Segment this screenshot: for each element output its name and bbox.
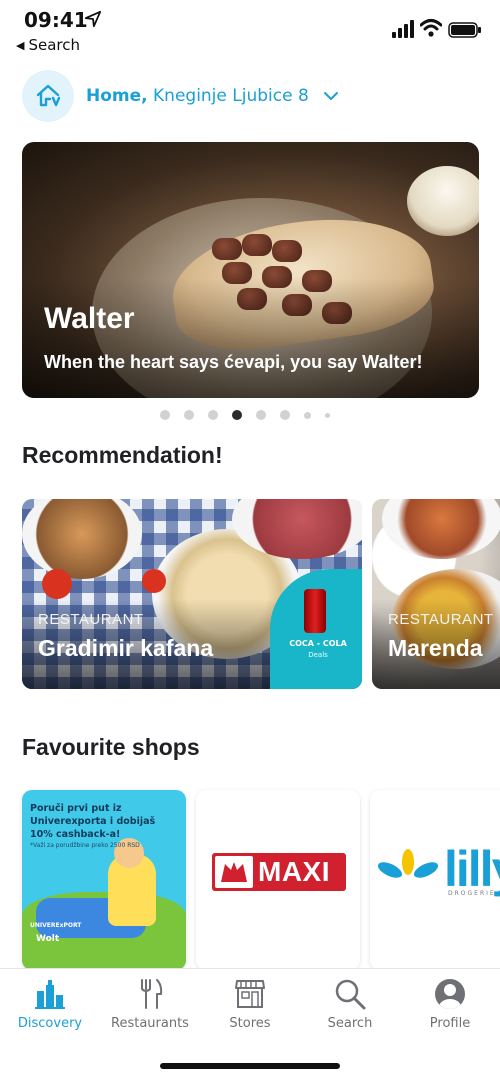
maxi-lion-icon bbox=[215, 856, 253, 888]
card-category: RESTAURANT bbox=[388, 611, 494, 628]
location-arrow-icon bbox=[84, 10, 102, 28]
shop-card-lilly[interactable]: lilly DROGERIE bbox=[370, 790, 500, 970]
shop-card-univerexport[interactable]: Poruči prvi put iz Univerexporta i dobij… bbox=[22, 790, 186, 970]
store-icon bbox=[235, 980, 265, 1008]
chevron-down-icon bbox=[323, 92, 338, 100]
back-triangle-icon: ◀ bbox=[16, 39, 25, 52]
search-icon bbox=[335, 979, 366, 1010]
tab-discovery[interactable]: Discovery bbox=[0, 977, 100, 1037]
status-time: 09:41 bbox=[24, 8, 88, 32]
tab-restaurants[interactable]: Restaurants bbox=[100, 977, 200, 1037]
pagination-dot[interactable] bbox=[304, 411, 311, 419]
home-address-icon bbox=[22, 70, 74, 122]
favourite-shops-title: Favourite shops bbox=[22, 734, 200, 760]
wifi-icon bbox=[420, 19, 442, 37]
back-label: Search bbox=[28, 36, 81, 54]
shop-card-maxi[interactable]: MAXI bbox=[196, 790, 360, 970]
wolt-logo: Wolt bbox=[36, 934, 60, 944]
pagination-dot[interactable] bbox=[256, 410, 266, 420]
tab-profile[interactable]: Profile bbox=[400, 977, 500, 1037]
tab-search[interactable]: Search bbox=[300, 977, 400, 1037]
home-indicator bbox=[160, 1063, 340, 1069]
profile-icon bbox=[435, 979, 465, 1009]
tab-label: Stores bbox=[229, 1016, 271, 1031]
carousel-pagination bbox=[160, 409, 340, 421]
discovery-icon bbox=[35, 980, 65, 1009]
lilly-flower-icon bbox=[377, 849, 439, 878]
tab-label: Profile bbox=[429, 1016, 471, 1031]
hero-banner[interactable]: Walter When the heart says ćevapi, you s… bbox=[22, 142, 479, 398]
hero-cevapi-image bbox=[212, 238, 242, 260]
address-selector[interactable]: Home, Kneginje Ljubice 8 bbox=[22, 70, 339, 122]
coke-can-icon bbox=[304, 589, 326, 633]
promo-fine-print: *Važi za porudžbine preko 2500 RSD bbox=[30, 842, 140, 849]
recommendation-title: Recommendation! bbox=[22, 442, 223, 468]
pagination-dot-active[interactable] bbox=[232, 410, 242, 420]
hero-title: Walter bbox=[44, 302, 135, 335]
hero-shade bbox=[22, 278, 479, 398]
recommendation-card-gradimir[interactable]: COCA - COLA Deals RESTAURANT Gradimir ka… bbox=[22, 499, 362, 689]
promo-text: Poruči prvi put iz Univerexporta i dobij… bbox=[30, 803, 156, 840]
back-to-search-link[interactable]: ◀ Search bbox=[16, 36, 80, 54]
address-street: Kneginje Ljubice 8 bbox=[153, 86, 309, 106]
battery-icon bbox=[448, 22, 481, 38]
tomato-image bbox=[142, 569, 166, 593]
status-bar: 09:41 ◀ Search bbox=[0, 0, 500, 60]
univerexport-logo: UNIVERExPORT bbox=[30, 922, 82, 929]
card-name: Gradimir kafana bbox=[38, 635, 214, 661]
tab-stores[interactable]: Stores bbox=[200, 977, 300, 1037]
tomato-image bbox=[42, 569, 72, 599]
lilly-subtitle: DROGERIE bbox=[448, 890, 496, 897]
tab-label: Search bbox=[327, 1016, 373, 1031]
pagination-dot[interactable] bbox=[280, 410, 290, 420]
card-name: Marenda bbox=[388, 635, 483, 661]
card-category: RESTAURANT bbox=[38, 611, 144, 628]
address-label: Home, bbox=[86, 86, 148, 106]
maxi-wordmark: MAXI bbox=[258, 856, 330, 887]
deal-badge-sub: Deals bbox=[308, 651, 328, 659]
deal-badge-label: COCA - COLA bbox=[289, 639, 347, 648]
hero-subtitle: When the heart says ćevapi, you say Walt… bbox=[44, 352, 423, 372]
fork-knife-icon bbox=[141, 979, 163, 1009]
address-text: Home, Kneginje Ljubice 8 bbox=[86, 86, 309, 106]
pagination-dot[interactable] bbox=[184, 410, 194, 420]
pagination-dot[interactable] bbox=[325, 412, 330, 418]
hero-cevapi-image bbox=[242, 234, 272, 256]
pagination-dot[interactable] bbox=[160, 410, 170, 420]
tab-label: Discovery bbox=[17, 1016, 83, 1031]
pagination-dot[interactable] bbox=[208, 410, 218, 420]
hero-kajmak-bowl-image bbox=[407, 166, 479, 236]
recommendation-card-marenda[interactable]: RESTAURANT Marenda bbox=[372, 499, 500, 689]
signal-icon bbox=[392, 20, 414, 38]
tab-label: Restaurants bbox=[111, 1016, 189, 1031]
maxi-logo: MAXI bbox=[212, 853, 346, 891]
hero-cevapi-image bbox=[272, 240, 302, 262]
